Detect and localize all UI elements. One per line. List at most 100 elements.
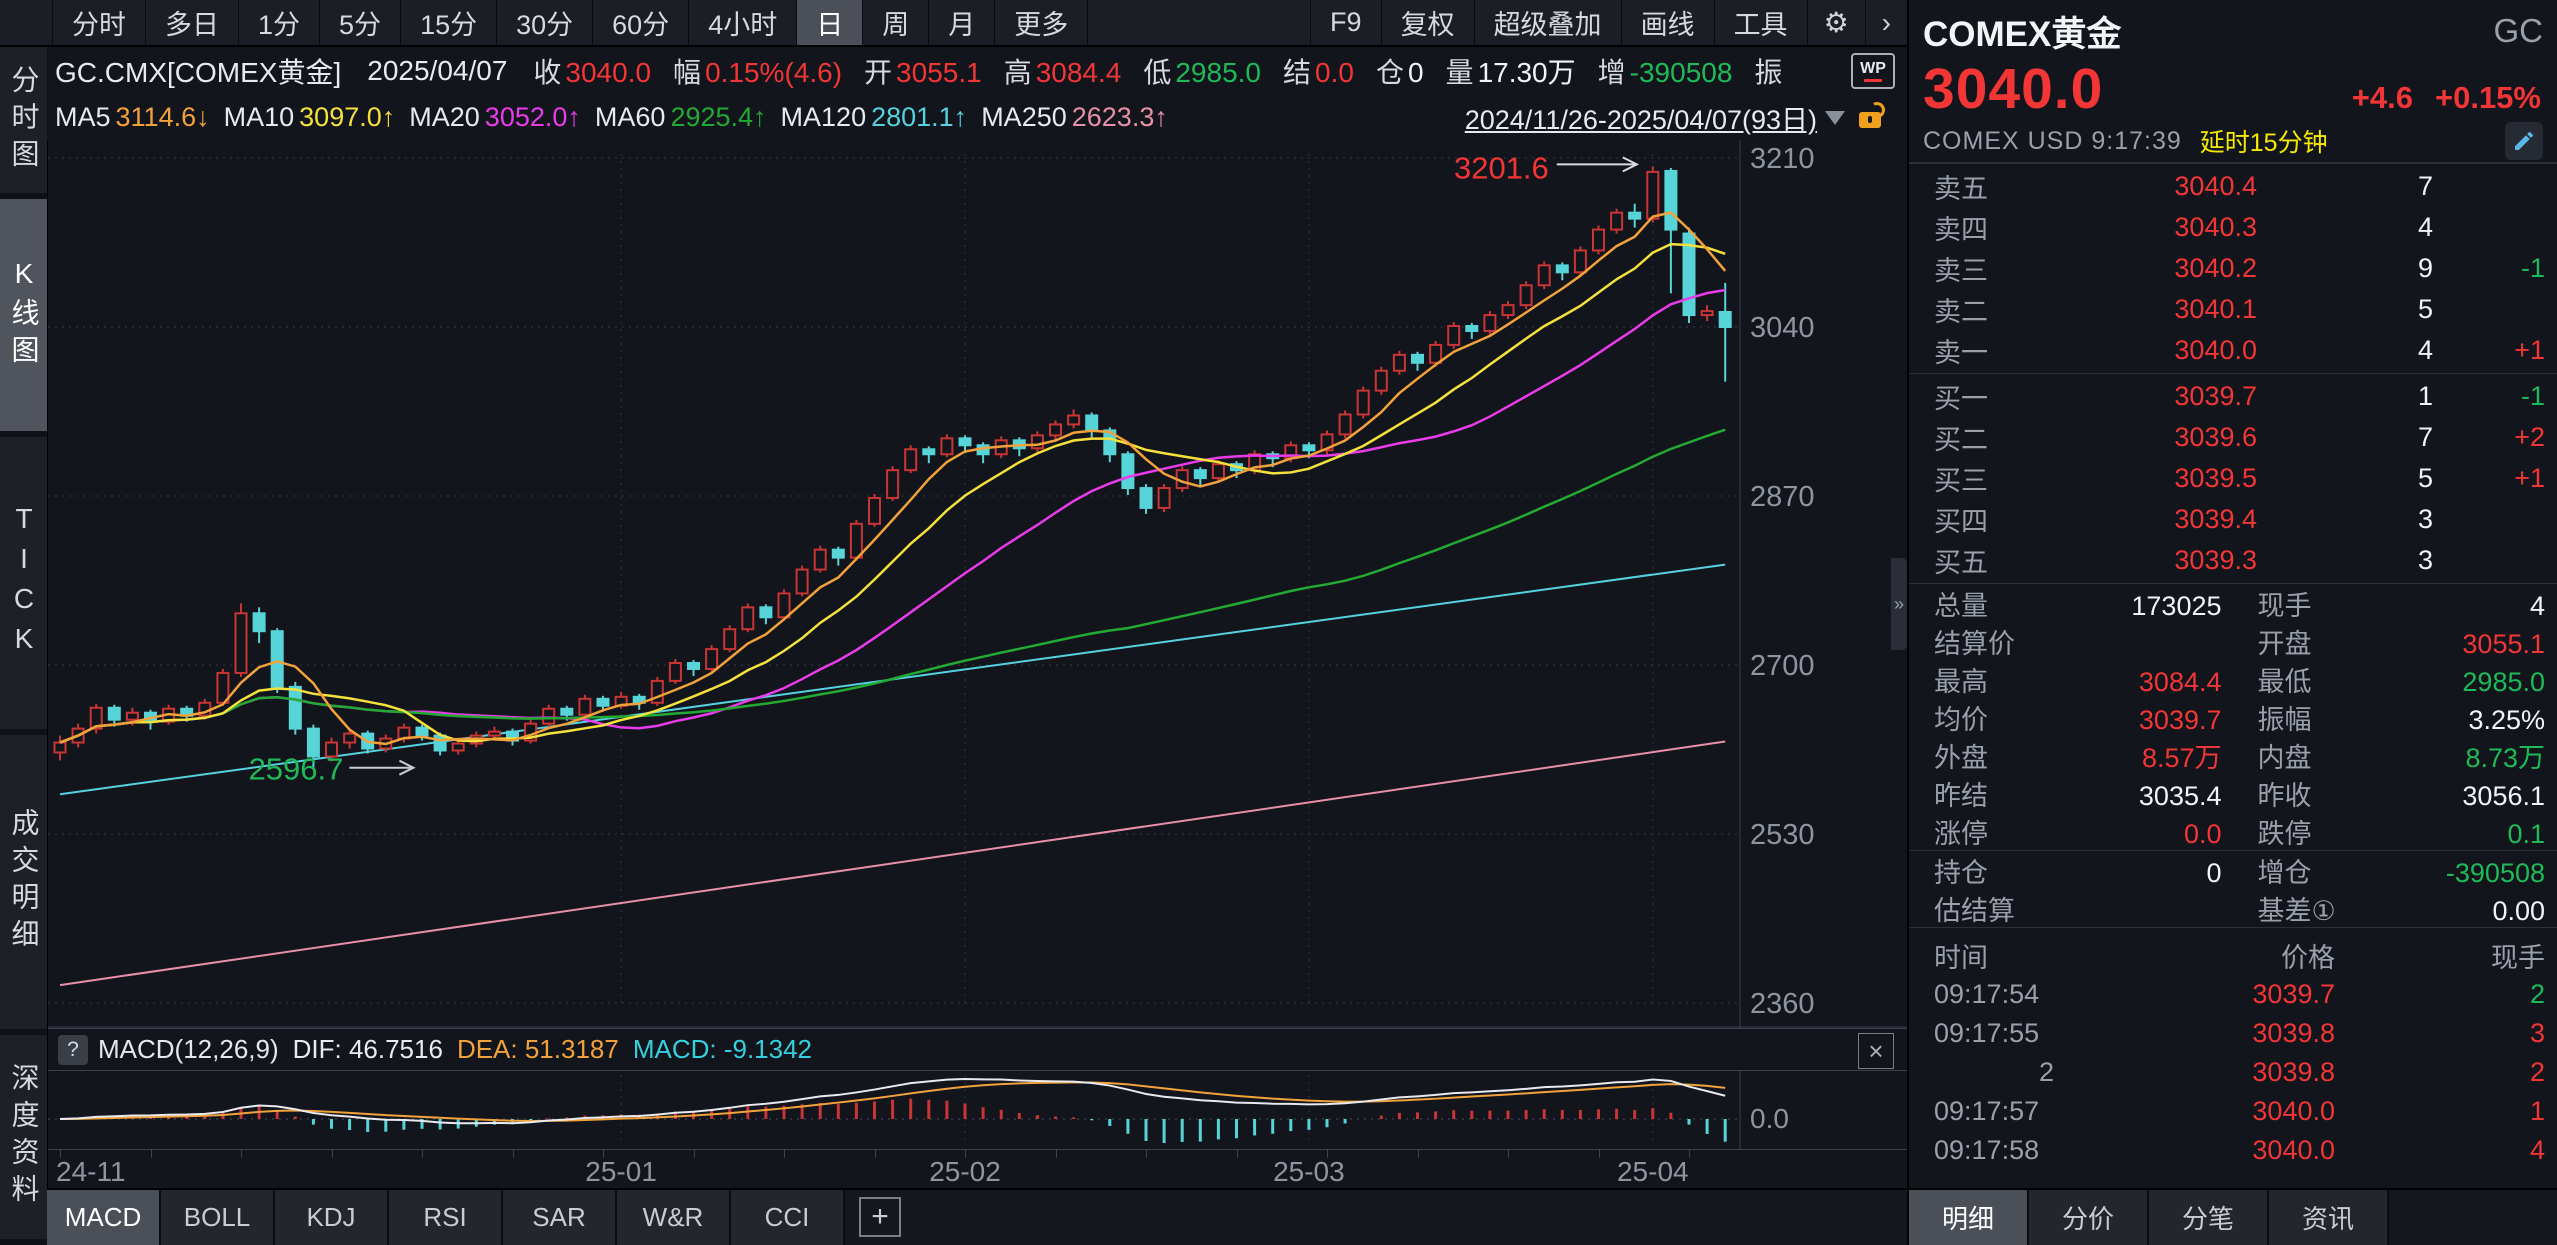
order-book: 卖五3040.47卖四3040.34卖三3040.29-1卖二3040.15卖一… [1909, 164, 2557, 583]
toolbar-period-更多[interactable]: 更多 [995, 0, 1088, 45]
toolbar-period-60分[interactable]: 60分 [593, 0, 689, 45]
toolbar-period-15分[interactable]: 15分 [401, 0, 497, 45]
stat-cell-振幅: 振幅3.25% [2258, 698, 2546, 737]
sidebar-item-分时图[interactable]: 分时图 [0, 47, 47, 199]
toolbar-tool-工具[interactable]: 工具 [1715, 0, 1808, 45]
stat-cell-内盘: 内盘8.73万 [2258, 736, 2546, 775]
toolbar-period-周[interactable]: 周 [863, 0, 929, 45]
order-book-row-卖五[interactable]: 卖五3040.47 [1909, 166, 2557, 207]
time-axis-label-25-02: 25-02 [929, 1156, 1001, 1188]
ma-legend-MA5: MA53114.6↓ [55, 102, 210, 133]
order-book-row-卖二[interactable]: 卖二3040.15 [1909, 289, 2557, 330]
order-book-row-买二[interactable]: 买二3039.67+2 [1909, 417, 2557, 458]
toolbar-overflow-chevron-icon[interactable]: › [1866, 0, 1907, 45]
toolbar-period-5分[interactable]: 5分 [320, 0, 401, 45]
order-level-label: 卖五 [1934, 167, 2084, 206]
time-axis-tick [694, 1150, 695, 1158]
order-level-label: 买四 [1934, 500, 2084, 539]
order-price: 3039.6 [2084, 422, 2313, 453]
delay-notice: 延时15分钟 [2200, 123, 2328, 159]
quote-tab-资讯[interactable]: 资讯 [2269, 1190, 2389, 1245]
trading-terminal: 分时多日1分5分15分30分60分4小时日周月更多 F9复权超级叠加画线工具 ⚙… [0, 0, 2557, 1245]
order-level-label: 买五 [1934, 541, 2084, 580]
indicator-tab-CCI[interactable]: CCI [731, 1190, 845, 1245]
toolbar-period-分时[interactable]: 分时 [52, 0, 146, 45]
toolbar-spacer [1088, 0, 1310, 45]
order-level-label: 卖二 [1934, 290, 2084, 329]
order-book-row-买五[interactable]: 买五3039.33 [1909, 540, 2557, 581]
time-axis-tick [1418, 1150, 1419, 1158]
quote-tab-分笔[interactable]: 分笔 [2149, 1190, 2269, 1245]
stat-value: 0.1 [2312, 819, 2546, 850]
trade-price: 3039.8 [2134, 1018, 2445, 1049]
indicator-tab-KDJ[interactable]: KDJ [275, 1190, 389, 1245]
edit-pencil-icon[interactable] [2505, 122, 2543, 160]
ma-legend-items: MA53114.6↓MA103097.0↑MA203052.0↑MA602925… [55, 102, 1182, 133]
time-axis-label-25-01: 25-01 [585, 1156, 657, 1188]
stat-cell-昨结: 昨结3035.4 [1934, 774, 2222, 813]
macd-chart[interactable]: 0.0 [48, 1070, 1908, 1149]
sidebar-item-成交明细[interactable]: 成交明细 [0, 735, 47, 1035]
indicator-tab-W&R[interactable]: W&R [617, 1190, 731, 1245]
stat-value: 3056.1 [2312, 781, 2546, 812]
order-book-row-买四[interactable]: 买四3039.43 [1909, 499, 2557, 540]
stat-label: 最低 [2258, 660, 2312, 699]
visible-date-range[interactable]: 2024/11/26-2025/04/07(93日) [1465, 98, 1817, 137]
indicator-tab-SAR[interactable]: SAR [503, 1190, 617, 1245]
order-volume-change: -1 [2433, 253, 2545, 284]
time-axis-tick [1689, 1150, 1690, 1158]
quote-field-低: 低2985.0 [1143, 51, 1261, 91]
settings-gear-icon[interactable]: ⚙ [1808, 0, 1866, 45]
ma-value: 2925.4↑ [670, 102, 766, 132]
stat-label: 均价 [1934, 698, 1988, 737]
indicator-help-icon[interactable]: ? [58, 1035, 88, 1065]
unlock-icon[interactable] [1859, 112, 1881, 128]
quote-tab-分价[interactable]: 分价 [2029, 1190, 2149, 1245]
order-volume: 7 [2313, 171, 2433, 202]
stat-row: 均价3039.7振幅3.25% [1909, 698, 2557, 736]
toolbar-tool-F9[interactable]: F9 [1310, 0, 1382, 45]
order-book-row-卖三[interactable]: 卖三3040.29-1 [1909, 248, 2557, 289]
sidebar-item-深度资料[interactable]: 深度资料 [0, 1035, 47, 1245]
add-indicator-button[interactable]: + [859, 1197, 901, 1237]
quote-field-振: 振 [1754, 51, 1786, 91]
price-annotations: 3201.62596.7 [249, 150, 1637, 786]
sidebar-item-K线图[interactable]: K线图 [0, 199, 47, 437]
indicator-tab-BOLL[interactable]: BOLL [161, 1190, 275, 1245]
time-axis-tick [1146, 1150, 1147, 1158]
field-label: 增 [1598, 51, 1626, 91]
toolbar-period-1分[interactable]: 1分 [239, 0, 320, 45]
toolbar-tool-超级叠加[interactable]: 超级叠加 [1475, 0, 1622, 45]
order-book-row-买一[interactable]: 买一3039.71-1 [1909, 376, 2557, 417]
trade-price: 3040.0 [2134, 1096, 2445, 1127]
stat-cell-现手: 现手4 [2258, 584, 2546, 623]
toolbar-period-月[interactable]: 月 [929, 0, 995, 45]
indicator-tab-MACD[interactable]: MACD [47, 1190, 161, 1245]
sidebar-item-TICK[interactable]: TICK [0, 437, 47, 735]
field-value: 0.0 [1315, 57, 1354, 89]
time-axis-tick [422, 1150, 423, 1158]
toolbar-period-日[interactable]: 日 [797, 0, 863, 45]
toolbar-period-30分[interactable]: 30分 [497, 0, 593, 45]
stat-cell-基差①: 基差①0.00 [2258, 889, 2546, 928]
order-book-row-卖一[interactable]: 卖一3040.04+1 [1909, 330, 2557, 371]
stat-cell-结算价: 结算价 [1934, 622, 2222, 661]
order-price: 3040.3 [2084, 212, 2313, 243]
order-book-row-买三[interactable]: 买三3039.55+1 [1909, 458, 2557, 499]
order-book-row-卖四[interactable]: 卖四3040.34 [1909, 207, 2557, 248]
range-dropdown-triangle-icon[interactable] [1825, 111, 1845, 125]
time-axis-tick [151, 1150, 152, 1158]
order-price: 3040.4 [2084, 171, 2313, 202]
candlestick-chart[interactable]: 3210304028702700253023603201.62596.7 [48, 140, 1908, 1028]
toolbar-tool-复权[interactable]: 复权 [1382, 0, 1475, 45]
panel-expander-handle[interactable]: » [1891, 558, 1907, 650]
close-indicator-icon[interactable]: × [1858, 1033, 1894, 1069]
wp-monitor-icon[interactable]: WP [1851, 53, 1895, 89]
toolbar-tool-画线[interactable]: 画线 [1622, 0, 1715, 45]
order-volume: 4 [2313, 212, 2433, 243]
toolbar-period-多日[interactable]: 多日 [146, 0, 239, 45]
indicator-tab-RSI[interactable]: RSI [389, 1190, 503, 1245]
quote-tab-明细[interactable]: 明细 [1909, 1190, 2029, 1245]
time-axis-label-24-11: 24-11 [56, 1156, 126, 1188]
toolbar-period-4小时[interactable]: 4小时 [689, 0, 797, 45]
